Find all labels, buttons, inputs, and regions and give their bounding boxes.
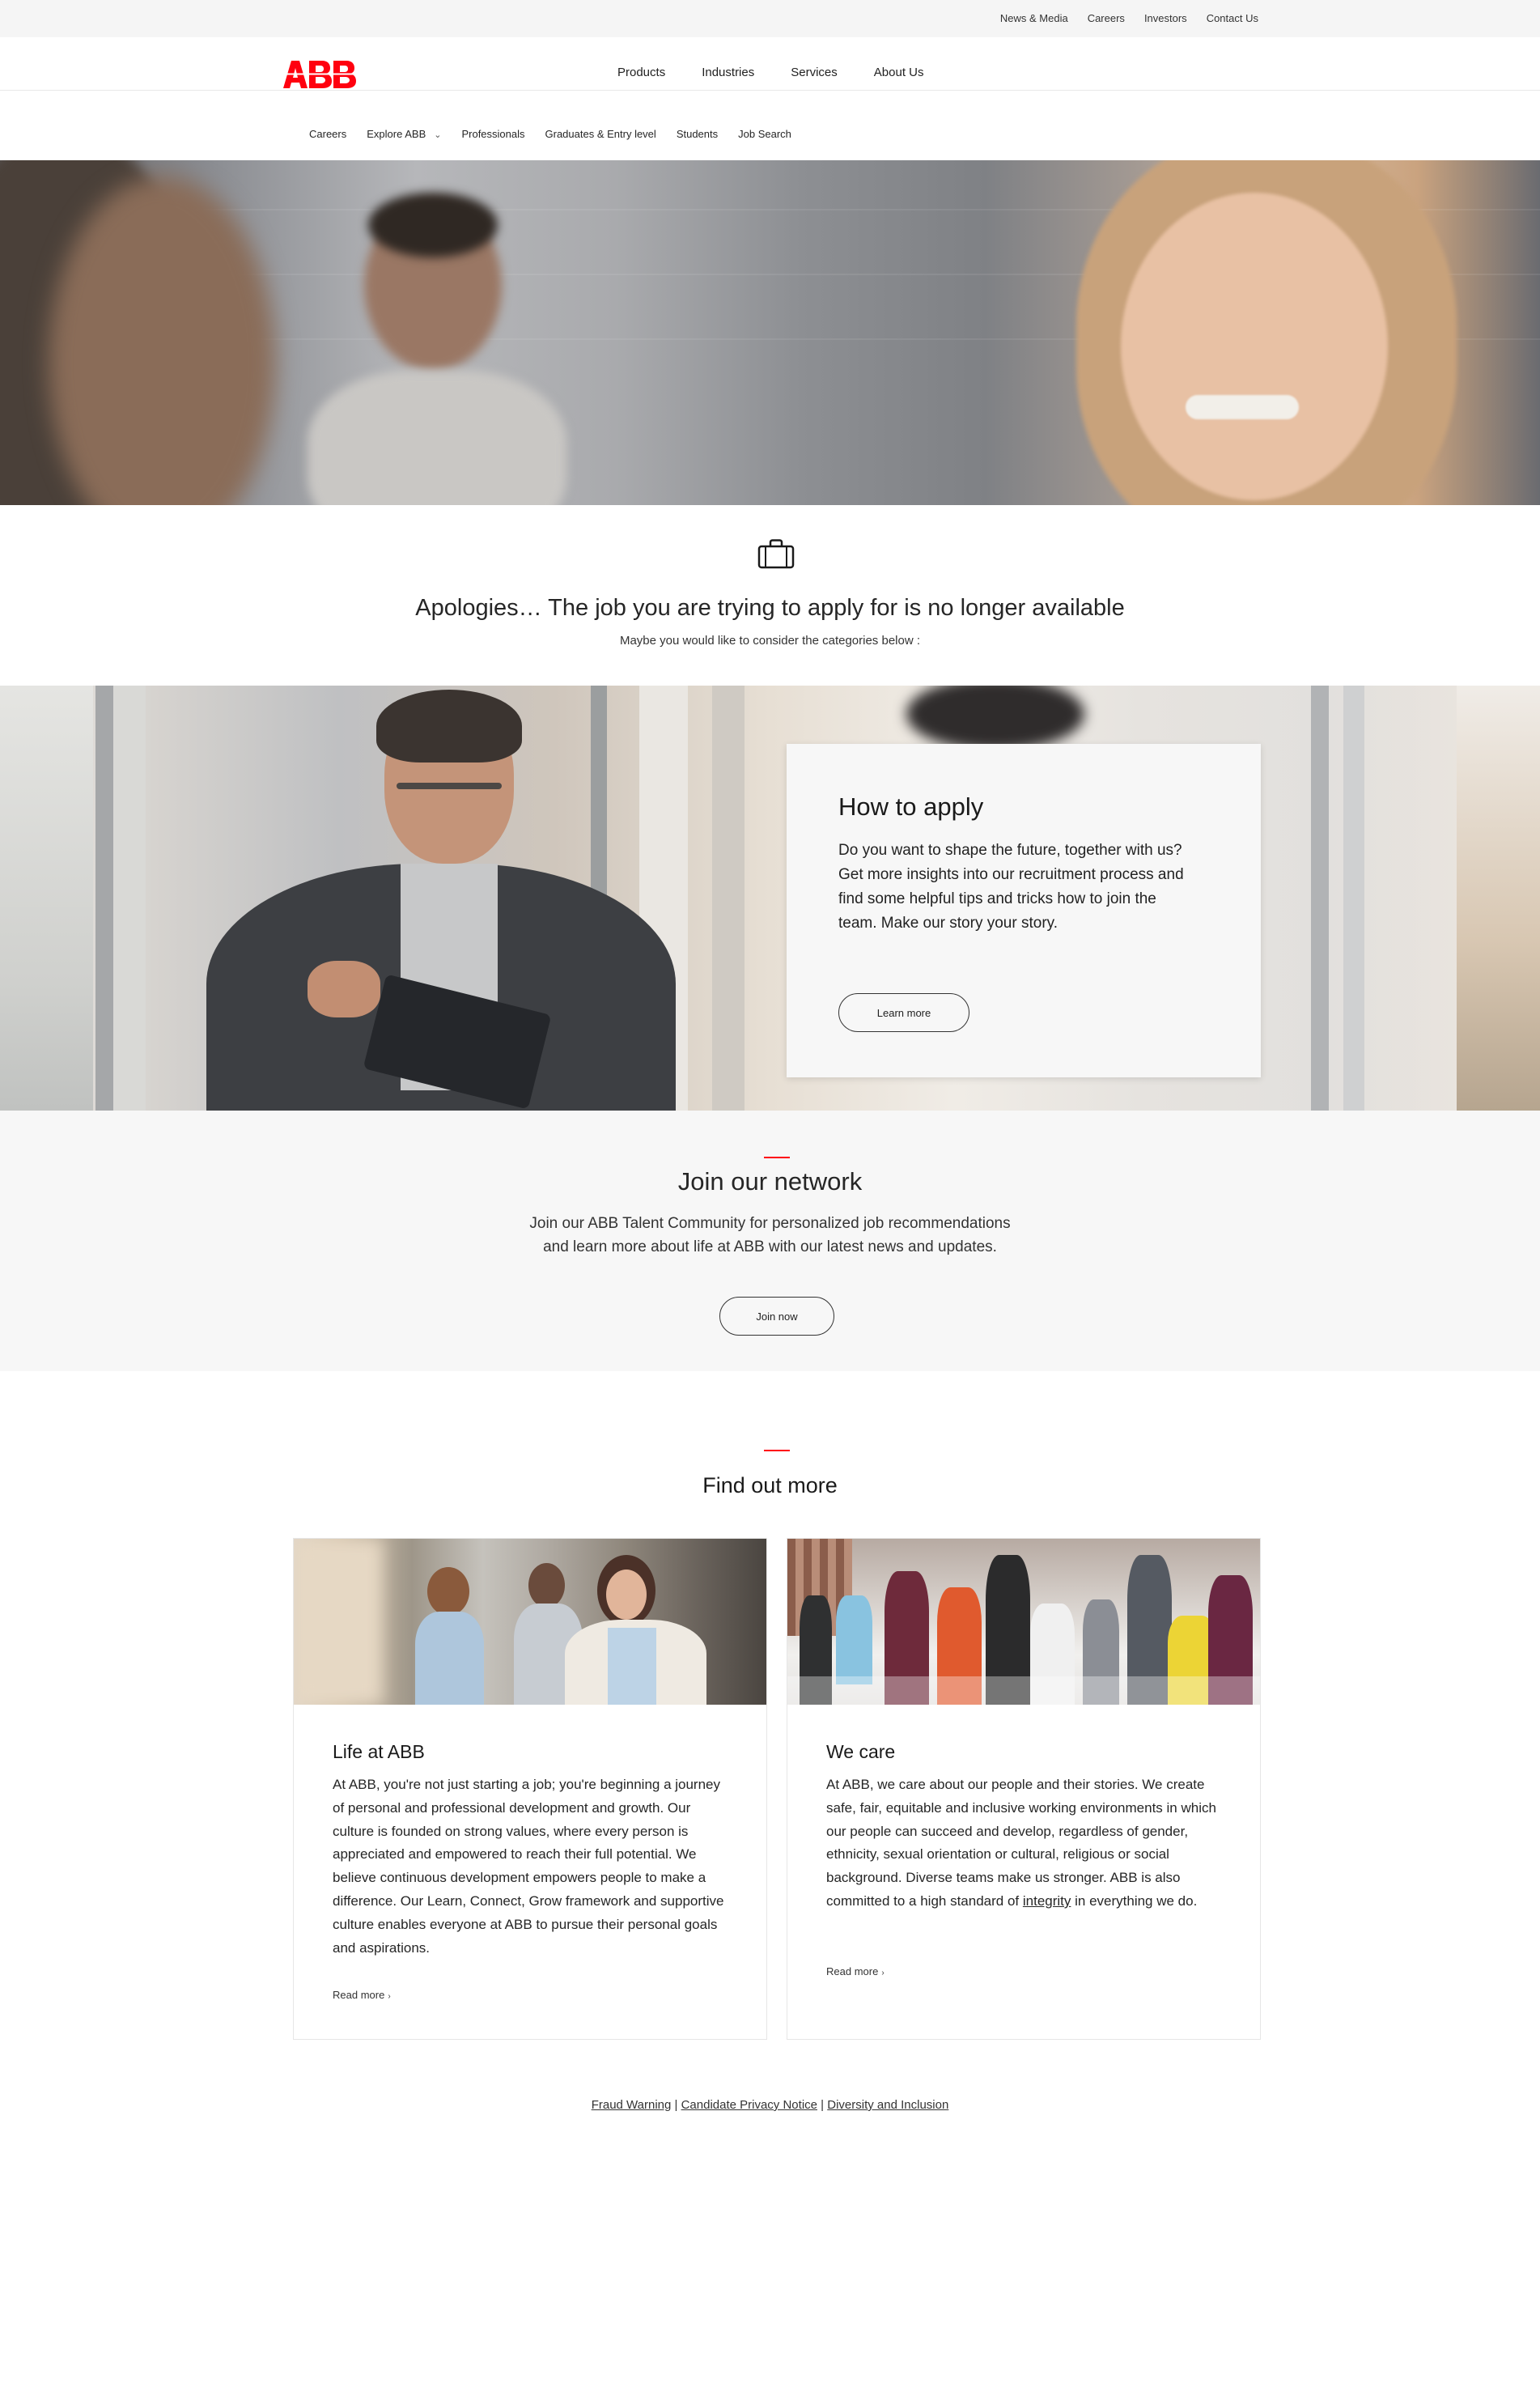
main-header [0,37,1540,91]
footer-separator: | [671,2098,681,2112]
read-more-link[interactable]: Read more › [826,1965,885,1977]
read-more-link[interactable]: Read more › [333,1989,391,2001]
we-care-body-text: At ABB, we care about our people and the… [826,1777,1216,1909]
subnav-explore-abb[interactable]: Explore ABB ⌄ [367,128,441,140]
nav-about-us[interactable]: About Us [874,66,924,79]
we-care-image [787,1539,1260,1705]
card-we-care[interactable]: We care At ABB, we care about our people… [787,1538,1261,2040]
subnav-professionals[interactable]: Professionals [461,128,524,140]
candidate-privacy-notice-link[interactable]: Candidate Privacy Notice [681,2098,817,2112]
join-network-line-1: Join our ABB Talent Community for person… [529,1215,1011,1232]
learn-more-button[interactable]: Learn more [838,993,969,1032]
footer-separator: | [817,2098,828,2112]
subnav-graduates[interactable]: Graduates & Entry level [545,128,656,140]
red-accent-line [764,1157,790,1158]
utility-link-investors[interactable]: Investors [1144,12,1187,24]
life-at-abb-image [294,1539,766,1705]
abb-logo[interactable] [283,61,356,92]
read-more-label: Read more [333,1989,385,2001]
subnav-job-search[interactable]: Job Search [738,128,791,140]
red-accent-line [764,1450,790,1451]
subnav-students[interactable]: Students [677,128,718,140]
how-to-apply-image [0,686,1540,1111]
we-care-body-text-end: in everything we do. [1071,1892,1198,1909]
read-more-label: Read more [826,1965,879,1977]
utility-link-careers[interactable]: Careers [1088,12,1125,24]
hero-image [0,160,1540,505]
join-now-button[interactable]: Join now [719,1297,834,1336]
card-we-care-body: At ABB, we care about our people and the… [826,1773,1223,1914]
nav-services[interactable]: Services [791,66,838,79]
utility-nav: News & Media Careers Investors Contact U… [1000,12,1258,24]
how-to-apply-card: How to apply Do you want to shape the fu… [787,744,1261,1077]
fraud-warning-link[interactable]: Fraud Warning [592,2098,672,2112]
join-network-section: Join our network Join our ABB Talent Com… [0,1111,1540,1371]
footer-links: Fraud Warning | Candidate Privacy Notice… [0,2098,1540,2112]
join-network-text: Join our ABB Talent Community for person… [0,1212,1540,1259]
nav-industries[interactable]: Industries [702,66,754,79]
utility-bar: News & Media Careers Investors Contact U… [0,0,1540,37]
find-out-more-title: Find out more [702,1473,838,1497]
card-we-care-title: We care [826,1741,896,1762]
nav-products[interactable]: Products [617,66,665,79]
utility-link-contact-us[interactable]: Contact Us [1207,12,1258,24]
chevron-right-icon: › [388,1992,391,2001]
integrity-link[interactable]: integrity [1023,1893,1071,1909]
how-to-apply-body: Do you want to shape the future, togethe… [838,842,1184,932]
how-to-apply-title: How to apply [838,792,984,821]
briefcase-icon [757,539,795,569]
subnav-explore-abb-label: Explore ABB [367,128,426,140]
subnav-careers[interactable]: Careers [309,128,346,140]
main-nav: Products Industries Services About Us [617,66,923,79]
utility-link-news-media[interactable]: News & Media [1000,12,1068,24]
careers-sub-nav: Careers Explore ABB ⌄ Professionals Gradu… [309,128,791,140]
apology-heading: Apologies… The job you are trying to app… [415,595,1125,621]
card-life-at-abb[interactable]: Life at ABB At ABB, you're not just star… [293,1538,767,2040]
diversity-inclusion-link[interactable]: Diversity and Inclusion [827,2098,948,2112]
apology-subheading: Maybe you would like to consider the cat… [619,634,921,648]
chevron-down-icon: ⌄ [434,130,442,140]
abb-logo-mark [283,61,356,88]
join-network-title: Join our network [677,1167,863,1196]
card-life-at-abb-title: Life at ABB [333,1741,425,1762]
join-network-line-2: and learn more about life at ABB with ou… [543,1238,997,1255]
card-life-at-abb-body: At ABB, you're not just starting a job; … [333,1777,724,1956]
chevron-right-icon: › [881,1969,885,1977]
